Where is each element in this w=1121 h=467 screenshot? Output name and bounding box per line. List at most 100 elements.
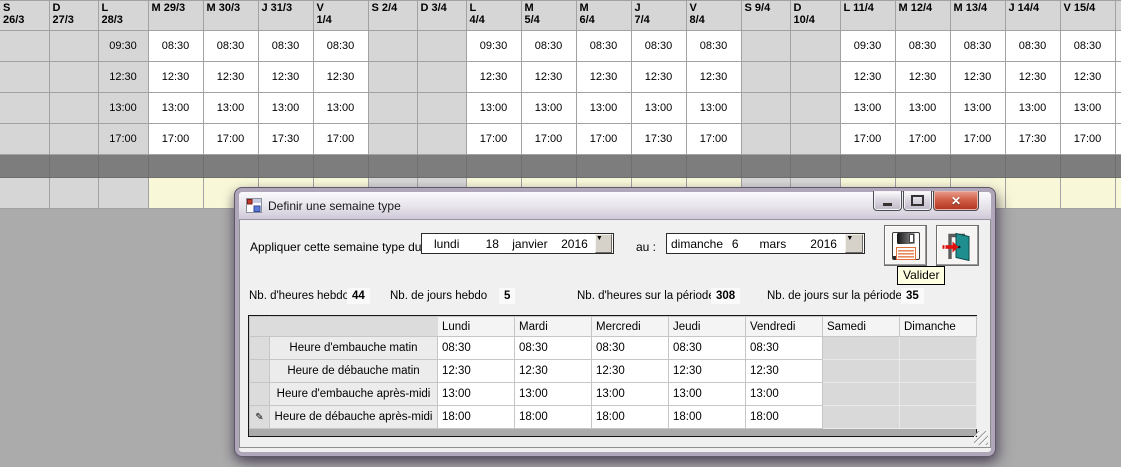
schedule-cell[interactable] [417,93,466,124]
schedule-cell[interactable] [0,93,49,124]
schedule-cell[interactable]: 09:30 [840,31,895,62]
schedule-cell[interactable]: 17:30 [631,124,686,155]
schedule-cell[interactable] [49,93,98,124]
schedule-cell[interactable]: 13:00 [521,93,576,124]
schedule-cell[interactable] [790,31,840,62]
schedule-cell[interactable]: 08:30 [203,31,258,62]
schedule-cell[interactable] [49,31,98,62]
schedule-tail-cell[interactable] [0,178,49,209]
schedule-cell[interactable] [49,124,98,155]
schedule-cell[interactable]: 09:30 [98,31,148,62]
schedule-cell[interactable]: 08:30 [576,31,631,62]
schedule-cell[interactable]: 08:30 [1005,31,1060,62]
week-time-cell[interactable]: 08:30 [746,337,823,360]
week-time-cell[interactable]: 13:00 [669,383,746,406]
schedule-cell[interactable]: 08:30 [521,31,576,62]
schedule-cell[interactable] [0,124,49,155]
schedule-cell[interactable]: 08:30 [631,31,686,62]
schedule-cell[interactable] [741,62,790,93]
schedule-cell[interactable]: 13:00 [466,93,521,124]
schedule-cell[interactable]: 13:00 [1060,93,1115,124]
schedule-cell[interactable] [1115,62,1121,93]
schedule-cell[interactable] [741,124,790,155]
schedule-cell[interactable] [417,62,466,93]
week-time-cell[interactable]: 18:00 [592,406,669,429]
week-time-cell[interactable]: 18:00 [515,406,592,429]
chevron-down-icon[interactable]: ▼ [595,234,612,253]
schedule-cell[interactable]: 12:30 [950,62,1005,93]
schedule-cell[interactable]: 12:30 [466,62,521,93]
schedule-cell[interactable]: 12:30 [258,62,313,93]
week-time-cell[interactable] [823,337,900,360]
dialog-titlebar[interactable]: Definir une semaine type ✕ [239,192,991,220]
row-header-cell[interactable] [250,383,270,406]
schedule-cell[interactable] [368,124,417,155]
week-time-cell[interactable]: 12:30 [515,360,592,383]
schedule-cell[interactable]: 17:00 [313,124,368,155]
schedule-cell[interactable]: 08:30 [258,31,313,62]
row-header-cell[interactable] [250,360,270,383]
schedule-cell[interactable]: 13:00 [203,93,258,124]
schedule-cell[interactable]: 17:00 [895,124,950,155]
week-time-cell[interactable]: 08:30 [438,337,515,360]
schedule-cell[interactable]: 08:30 [686,31,741,62]
schedule-tail-cell[interactable] [1060,178,1115,209]
end-date-combobox[interactable]: dimanche 6 mars 2016 ▼ [666,233,865,254]
schedule-cell[interactable] [741,31,790,62]
week-time-cell[interactable] [900,406,977,429]
schedule-cell[interactable]: 13:00 [895,93,950,124]
week-time-cell[interactable]: 13:00 [746,383,823,406]
schedule-cell[interactable]: 17:00 [521,124,576,155]
week-time-cell[interactable]: 13:00 [592,383,669,406]
week-time-cell[interactable]: 13:00 [438,383,515,406]
row-header-cell[interactable] [250,337,270,360]
schedule-cell[interactable]: 13:00 [576,93,631,124]
schedule-cell[interactable]: 12:30 [895,62,950,93]
schedule-cell[interactable] [368,31,417,62]
week-time-cell[interactable]: 18:00 [438,406,515,429]
schedule-cell[interactable]: 13:00 [98,93,148,124]
schedule-cell[interactable] [790,93,840,124]
schedule-cell[interactable]: 12:30 [1060,62,1115,93]
schedule-tail-cell[interactable] [49,178,98,209]
row-header-cell[interactable]: ✎ [250,406,270,429]
chevron-down-icon[interactable]: ▼ [845,234,863,253]
schedule-cell[interactable]: 12:30 [521,62,576,93]
week-time-cell[interactable] [823,383,900,406]
schedule-cell[interactable]: 12:30 [1005,62,1060,93]
schedule-cell[interactable]: 17:30 [1005,124,1060,155]
schedule-cell[interactable]: 08:30 [313,31,368,62]
schedule-cell[interactable]: 13:00 [148,93,203,124]
schedule-cell[interactable]: 08:30 [895,31,950,62]
week-time-cell[interactable] [823,360,900,383]
schedule-cell[interactable]: 17:30 [258,124,313,155]
schedule-cell[interactable] [417,31,466,62]
schedule-cell[interactable] [49,62,98,93]
week-time-cell[interactable]: 08:30 [592,337,669,360]
schedule-cell[interactable]: 17:00 [840,124,895,155]
schedule-cell[interactable]: 12:30 [576,62,631,93]
schedule-cell[interactable]: 17:00 [466,124,521,155]
schedule-cell[interactable]: 12:30 [203,62,258,93]
resize-grip[interactable] [974,431,988,445]
schedule-cell[interactable]: 12:30 [631,62,686,93]
schedule-cell[interactable]: 08:30 [950,31,1005,62]
schedule-cell[interactable]: 12:30 [313,62,368,93]
week-time-cell[interactable] [900,360,977,383]
week-time-cell[interactable] [900,383,977,406]
schedule-cell[interactable] [0,62,49,93]
exit-door-button[interactable] [936,225,979,266]
schedule-cell[interactable]: 17:00 [950,124,1005,155]
schedule-cell[interactable] [1115,124,1121,155]
schedule-cell[interactable]: 13:00 [950,93,1005,124]
schedule-cell[interactable]: 17:00 [148,124,203,155]
schedule-cell[interactable]: 12:30 [148,62,203,93]
minimize-button[interactable] [873,191,902,211]
schedule-cell[interactable]: 13:00 [258,93,313,124]
schedule-cell[interactable]: 17:00 [686,124,741,155]
schedule-cell[interactable]: 17:00 [98,124,148,155]
schedule-cell[interactable] [790,62,840,93]
start-date-combobox[interactable]: lundi 18 janvier 2016 ▼ [421,233,614,254]
week-time-cell[interactable] [823,406,900,429]
schedule-cell[interactable]: 17:00 [576,124,631,155]
